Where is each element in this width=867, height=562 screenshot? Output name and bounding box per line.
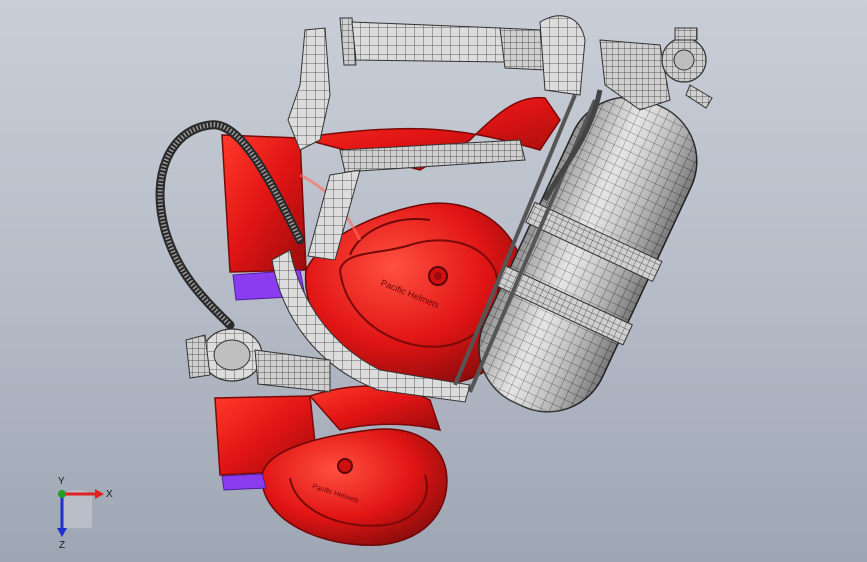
lower-pad (221, 473, 267, 491)
z-axis-label: Z (59, 540, 65, 551)
coordinate-triad: X Y Z (57, 476, 113, 551)
shoulder-strap-upper[interactable] (339, 15, 586, 96)
shoulder-strap-left[interactable] (287, 27, 331, 151)
cad-model-viewport[interactable]: Pacific Helmets Pacific Helmets (0, 0, 867, 562)
x-axis-label: X (106, 489, 113, 500)
y-axis-label: Y (58, 476, 65, 487)
lower-helmet-shell[interactable] (214, 385, 448, 546)
y-axis-dot (58, 490, 66, 498)
